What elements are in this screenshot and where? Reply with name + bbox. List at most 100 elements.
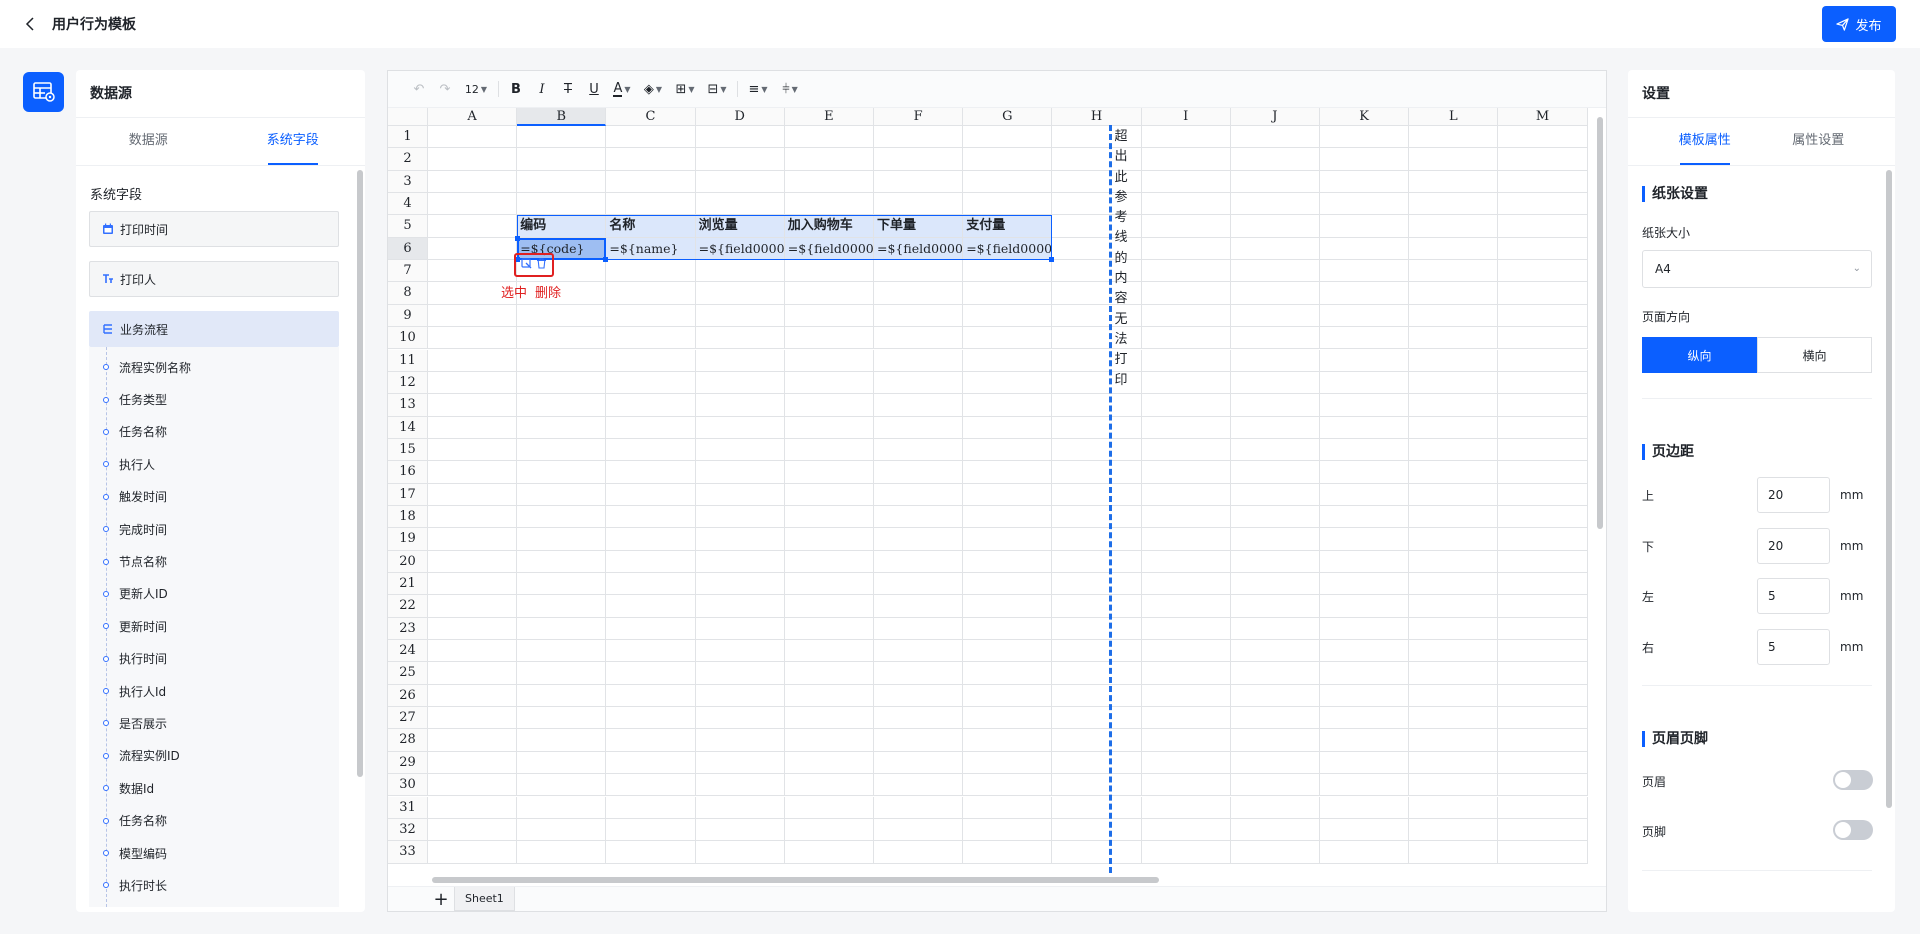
- sheet-cell[interactable]: [1230, 573, 1320, 596]
- italic-button[interactable]: I: [529, 77, 555, 101]
- sheet-cell[interactable]: [963, 416, 1053, 439]
- row-header[interactable]: 7: [388, 260, 428, 283]
- sheet-cell[interactable]: [1320, 349, 1410, 372]
- sheet-cell[interactable]: [963, 640, 1053, 663]
- sheet-cell[interactable]: [874, 796, 964, 819]
- sheet-cell[interactable]: [874, 416, 964, 439]
- sheet-cell[interactable]: [695, 260, 785, 283]
- sheet-cell[interactable]: [1498, 371, 1588, 395]
- tab-system-fields[interactable]: 系统字段: [221, 118, 366, 165]
- sheet-cell[interactable]: [1230, 751, 1320, 775]
- sheet-cell[interactable]: [1052, 751, 1142, 775]
- sheet-cell[interactable]: [517, 617, 607, 641]
- row-header[interactable]: 31: [388, 796, 428, 819]
- column-header[interactable]: M: [1498, 108, 1588, 126]
- sheet-cell[interactable]: [1320, 617, 1410, 641]
- sheet-cell[interactable]: [1320, 595, 1410, 618]
- sheet-cell[interactable]: [784, 416, 874, 439]
- business-field-item[interactable]: 执行人Id: [89, 675, 339, 707]
- sheet-cell[interactable]: [606, 260, 696, 283]
- sheet-cell[interactable]: [695, 483, 785, 506]
- sheet-cell[interactable]: [784, 729, 874, 752]
- sheet-cell[interactable]: [1409, 528, 1499, 551]
- sheet-cell[interactable]: [963, 818, 1053, 842]
- sheet-cell[interactable]: [1141, 751, 1231, 775]
- sheet-cell[interactable]: [1141, 237, 1231, 261]
- sheet-cell[interactable]: [606, 796, 696, 819]
- sheet-cell[interactable]: [428, 304, 518, 328]
- sheet-cell[interactable]: [874, 617, 964, 641]
- sheet-cell[interactable]: [428, 841, 518, 864]
- template-header-cell[interactable]: 名称: [606, 215, 696, 238]
- business-field-item[interactable]: 模型编码: [89, 837, 339, 869]
- sheet-cell[interactable]: [428, 260, 518, 283]
- sheet-cell[interactable]: [1052, 707, 1142, 730]
- sheet-cell[interactable]: [784, 573, 874, 596]
- selection-handle[interactable]: [1049, 257, 1055, 263]
- sheet-cell[interactable]: [1230, 416, 1320, 439]
- sheet-cell[interactable]: [1498, 751, 1588, 775]
- sheet-cell[interactable]: [1320, 394, 1410, 417]
- sheet-cell[interactable]: [695, 327, 785, 350]
- sheet-cell[interactable]: [606, 573, 696, 596]
- sheet-cell[interactable]: [1498, 349, 1588, 372]
- sheet-cell[interactable]: [1498, 483, 1588, 506]
- sheet-cell[interactable]: [695, 349, 785, 372]
- sheet-cell[interactable]: [1230, 707, 1320, 730]
- sheet-cell[interactable]: [695, 617, 785, 641]
- sheet-cell[interactable]: [874, 774, 964, 797]
- sheet-cell[interactable]: [784, 550, 874, 573]
- sheet-cell[interactable]: [1409, 126, 1499, 149]
- font-color-button[interactable]: A ▼: [607, 77, 637, 101]
- sheet-cell[interactable]: [1320, 483, 1410, 506]
- sheet-cell[interactable]: [428, 617, 518, 641]
- sheet-cell[interactable]: [1498, 617, 1588, 641]
- sheet-cell[interactable]: [784, 349, 874, 372]
- datasource-scrollbar[interactable]: [357, 170, 363, 777]
- sheet-cell[interactable]: [695, 461, 785, 484]
- sheet-cell[interactable]: [1498, 215, 1588, 238]
- sheet-cell[interactable]: [695, 662, 785, 685]
- sheet-cell[interactable]: [695, 126, 785, 149]
- template-header-cell[interactable]: 编码: [517, 215, 607, 238]
- sheet-cell[interactable]: [784, 684, 874, 708]
- sheet-cell[interactable]: [1409, 595, 1499, 618]
- sheet-cell[interactable]: [874, 304, 964, 328]
- sheet-cell[interactable]: [428, 595, 518, 618]
- sheet-cell[interactable]: [606, 617, 696, 641]
- row-header[interactable]: 29: [388, 751, 428, 775]
- sheet-cell[interactable]: [784, 640, 874, 663]
- back-button[interactable]: [20, 14, 40, 34]
- sheet-cell[interactable]: [428, 371, 518, 395]
- sheet-cell[interactable]: [1052, 461, 1142, 484]
- sheet-cell[interactable]: [1230, 215, 1320, 238]
- sheet-cell[interactable]: [695, 438, 785, 462]
- sheet-cell[interactable]: [1409, 349, 1499, 372]
- sheet-cell[interactable]: [606, 371, 696, 395]
- sheet-cell[interactable]: [606, 461, 696, 484]
- sheet-cell[interactable]: [517, 573, 607, 596]
- column-header[interactable]: G: [963, 108, 1053, 126]
- sheet-cell[interactable]: [1230, 774, 1320, 797]
- sheet-cell[interactable]: [1230, 729, 1320, 752]
- sheet-cell[interactable]: [695, 416, 785, 439]
- business-field-item[interactable]: 触发时间: [89, 481, 339, 513]
- sheet-cell[interactable]: [1498, 327, 1588, 350]
- sheet-cell[interactable]: [874, 751, 964, 775]
- row-header[interactable]: 3: [388, 170, 428, 194]
- sheet-cell[interactable]: [517, 841, 607, 864]
- sheet-cell[interactable]: [428, 416, 518, 439]
- sheet-cell[interactable]: [428, 148, 518, 171]
- row-header[interactable]: 26: [388, 684, 428, 708]
- sheet-cell[interactable]: [606, 595, 696, 618]
- sheet-cell[interactable]: [963, 483, 1053, 506]
- sheet-cell[interactable]: [963, 170, 1053, 194]
- sheet-cell[interactable]: [1052, 796, 1142, 819]
- sheet-cell[interactable]: [963, 349, 1053, 372]
- sheet-cell[interactable]: [1498, 438, 1588, 462]
- sheet-cell[interactable]: [874, 528, 964, 551]
- sheet-cell[interactable]: [606, 193, 696, 216]
- sheet-cell[interactable]: [1409, 774, 1499, 797]
- field-group-business-process[interactable]: 业务流程: [89, 311, 339, 347]
- sheet-cell[interactable]: [1230, 684, 1320, 708]
